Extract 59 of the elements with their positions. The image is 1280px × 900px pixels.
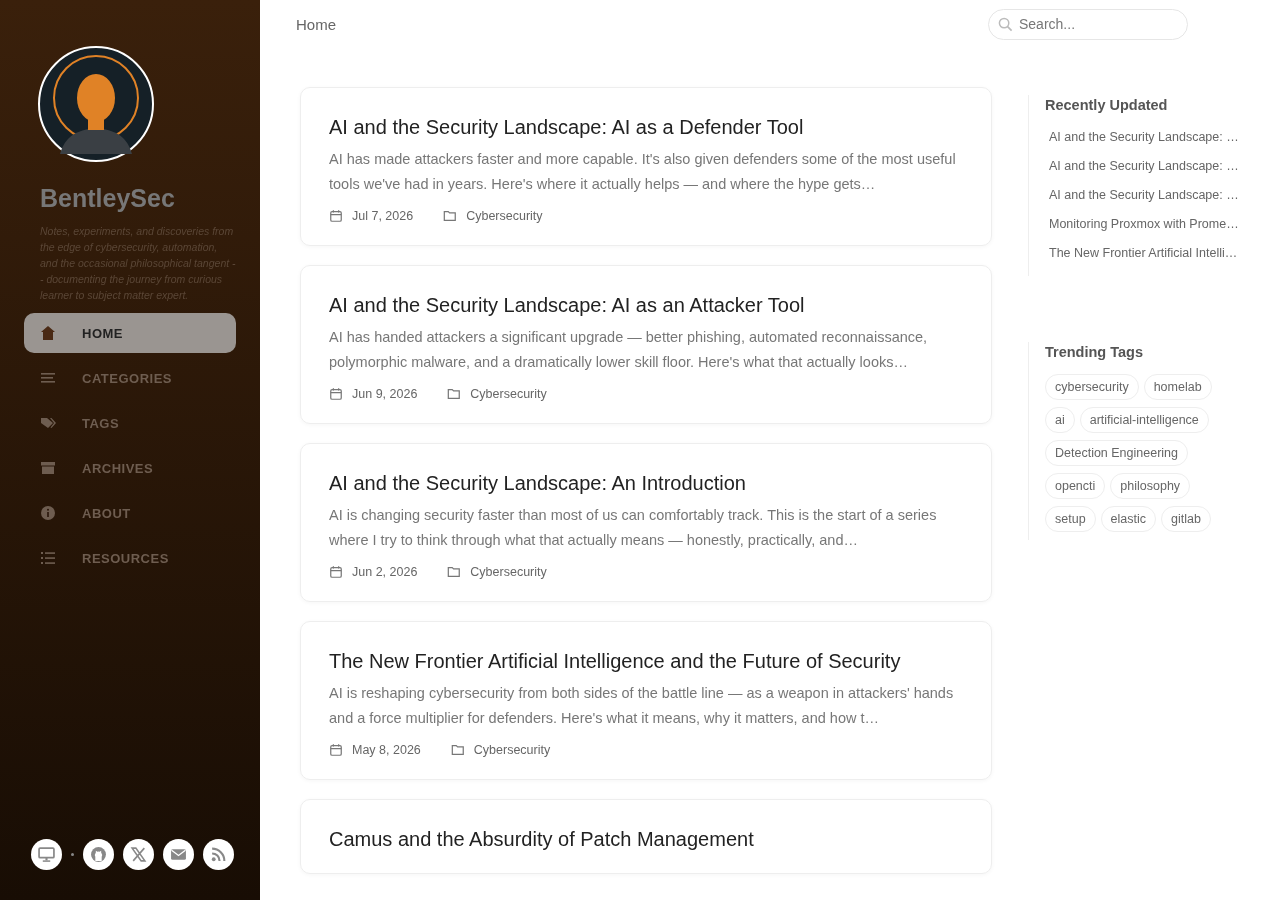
github-link[interactable] <box>83 839 114 870</box>
post-card[interactable]: Camus and the Absurdity of Patch Management <box>300 799 992 874</box>
stacked-lines-icon <box>40 370 56 386</box>
post-excerpt: AI has handed attackers a significant upgrade — better phishing, automated reconnaissance, polymorphic malware, and a dramatically lower skill floor. Here's what that actually looks… <box>329 328 929 372</box>
post-title[interactable]: AI and the Security Landscape: AI as an Attacker Tool <box>329 294 963 317</box>
post-title[interactable]: The New Frontier Artificial Intelligence and the Future of Security <box>329 650 963 673</box>
rss-link[interactable] <box>203 839 234 870</box>
breadcrumb[interactable]: Home <box>296 15 336 33</box>
nav-item[interactable]: HOME <box>24 313 236 353</box>
rss-icon <box>210 846 227 863</box>
post-category[interactable]: Cybersecurity <box>470 387 547 401</box>
recent-post-link[interactable]: Monitoring Proxmox with Prome… <box>1045 210 1268 239</box>
post-card[interactable] <box>300 87 992 246</box>
calendar-icon <box>329 565 343 579</box>
recent-post-link[interactable]: AI and the Security Landscape: … <box>1045 152 1268 181</box>
widget-heading: Recently Updated <box>1045 97 1169 113</box>
post-card[interactable] <box>300 621 992 780</box>
post-date: Jun 2, 2026 <box>352 565 418 579</box>
calendar-icon <box>329 743 343 757</box>
list-icon <box>40 550 56 566</box>
recent-post-link[interactable]: AI and the Security Landscape: … <box>1045 181 1268 210</box>
widget-heading: Trending Tags <box>1045 344 1145 360</box>
home-icon <box>40 325 56 341</box>
post-card[interactable] <box>300 265 992 424</box>
recent-post-link[interactable]: The New Frontier Artificial Intelli… <box>1045 239 1268 268</box>
post-excerpt: AI is changing security faster than most of us can comfortably track. This is the start of a series where I try to think through what that actually means — honestly, practically, and… <box>329 506 938 550</box>
calendar-icon <box>329 209 343 223</box>
site-title: BentleySec <box>40 184 176 213</box>
theme-toggle-button[interactable] <box>31 839 62 870</box>
tags-icon <box>40 415 56 431</box>
search-field[interactable]: Search... <box>988 8 1188 40</box>
folder-icon <box>450 743 465 757</box>
x-link[interactable] <box>123 839 154 870</box>
post-title[interactable]: Camus and the Absurdity of Patch Management <box>329 828 963 851</box>
calendar-icon <box>329 387 343 401</box>
post-category[interactable]: Cybersecurity <box>466 209 543 223</box>
folder-icon <box>443 209 458 223</box>
monitor-icon <box>38 846 55 863</box>
post-excerpt: AI is reshaping cybersecurity from both sides of the battle line — as a weapon in attackers' hands and a force multiplier for defenders. Here's what it means, why it matters, and how t… <box>329 684 955 728</box>
post-title[interactable]: AI and the Security Landscape: An Introduction <box>329 472 963 495</box>
post-date: Jun 9, 2026 <box>352 387 418 401</box>
search-icon <box>998 16 1013 32</box>
email-link[interactable] <box>163 839 194 870</box>
info-icon <box>40 505 56 521</box>
x-icon <box>130 846 147 863</box>
post-date: May 8, 2026 <box>352 743 421 757</box>
post-card[interactable] <box>300 443 992 602</box>
post-category[interactable]: Cybersecurity <box>470 565 547 579</box>
post-title[interactable]: AI and the Security Landscape: AI as a Defender Tool <box>329 116 963 139</box>
folder-icon <box>447 387 462 401</box>
envelope-icon <box>170 846 187 863</box>
folder-icon <box>447 565 462 579</box>
github-icon <box>90 846 107 863</box>
post-category[interactable]: Cybersecurity <box>473 743 551 757</box>
archive-box-icon <box>40 460 56 476</box>
recent-post-link[interactable]: AI and the Security Landscape: … <box>1045 123 1268 152</box>
avatar-icon <box>38 46 154 162</box>
post-date: Jul 7, 2026 <box>352 209 414 223</box>
post-excerpt: AI has made attackers faster and more capable. It's also given defenders some of the most useful tools we've had in years. Here's where it actually helps — and where the hype gets… <box>329 150 957 194</box>
